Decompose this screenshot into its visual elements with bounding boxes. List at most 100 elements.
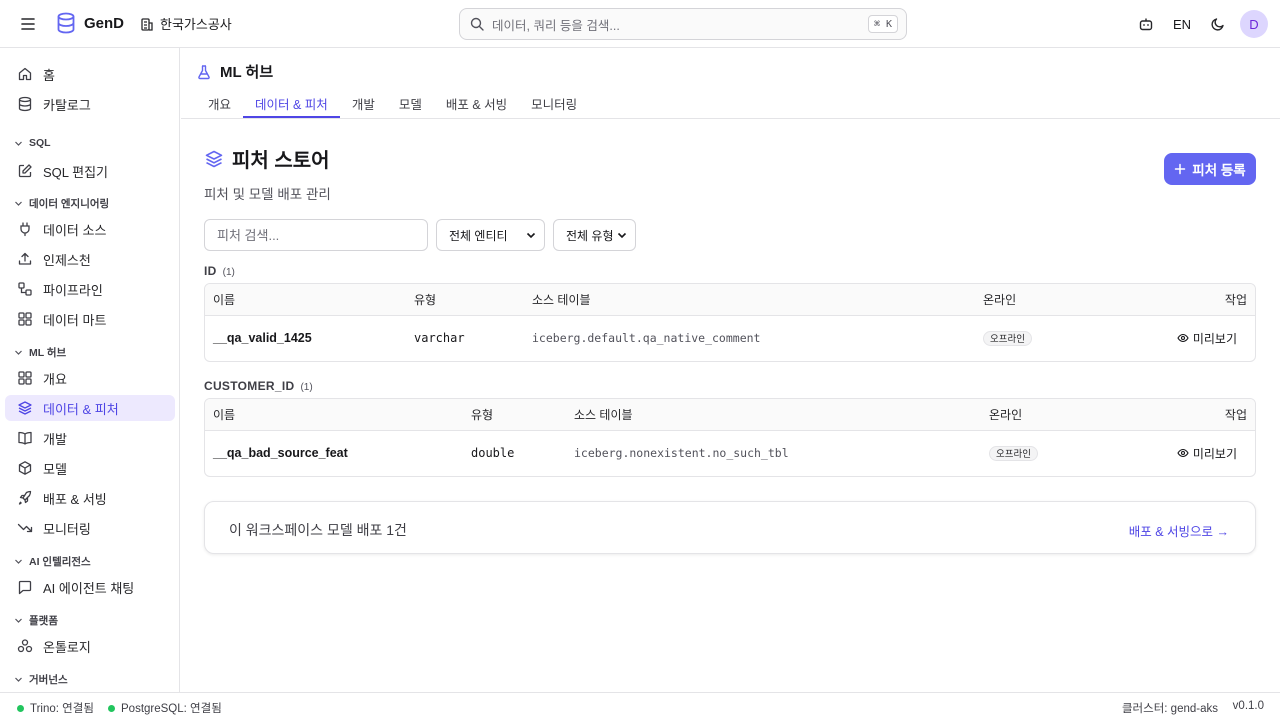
sidebar-item-sql-editor[interactable]: SQL 편집기 <box>5 158 175 184</box>
flask-icon <box>196 64 212 80</box>
language-toggle[interactable]: EN <box>1164 10 1200 38</box>
plug-icon <box>17 221 33 237</box>
tab-monitor[interactable]: 모니터링 <box>519 88 589 118</box>
main-content: ML 허브 개요 데이터 & 피처 개발 모델 배포 & 서빙 모니터링 피처 … <box>181 48 1280 692</box>
feature-table-customer-id: 이름 유형 소스 테이블 온라인 작업 __qa_bad_source_feat… <box>204 398 1256 477</box>
col-name: 이름 <box>213 408 236 422</box>
page-subtitle: 피처 및 모델 배포 관리 <box>204 187 331 202</box>
chevron-down-icon <box>525 229 537 241</box>
status-bar: Trino: 연결됨 PostgreSQL: 연결됨 클러스터: gend-ak… <box>0 692 1280 720</box>
online-cell: 오프라인 <box>983 316 1032 360</box>
status-badge: 오프라인 <box>983 330 1032 346</box>
preview-label: 미리보기 <box>1192 446 1237 461</box>
go-to-deploy-link[interactable]: 배포 & 서빙으로 → <box>1129 521 1229 540</box>
feature-name: __qa_bad_source_feat <box>213 446 348 460</box>
status-badge: 오프라인 <box>989 445 1038 461</box>
col-type: 유형 <box>471 408 494 422</box>
deployment-summary-card: 이 워크스페이스 모델 배포 1건 배포 & 서빙으로 → <box>204 501 1256 554</box>
sidebar-item-label: 카탈로그 <box>43 97 91 113</box>
tab-model[interactable]: 모델 <box>387 88 434 118</box>
sidebar-item-ml-data-feature[interactable]: 데이터 & 피처 <box>5 395 175 421</box>
building-icon <box>140 17 154 31</box>
table-row[interactable]: __qa_valid_1425 varchar iceberg.default.… <box>205 316 1255 360</box>
group-name: CUSTOMER_ID <box>204 379 295 393</box>
grid-icon <box>17 311 33 327</box>
register-feature-button[interactable]: 피처 등록 <box>1164 153 1256 185</box>
feature-search-input[interactable] <box>204 219 428 251</box>
page-header: 피처 스토어 피처 및 모델 배포 관리 <box>204 144 331 203</box>
section-label: 거버넌스 <box>29 674 68 686</box>
section-data-engineering[interactable]: 데이터 엔지니어링 <box>14 196 109 211</box>
group-count: (1) <box>222 267 235 278</box>
action-cell: 미리보기 <box>1177 431 1237 475</box>
tab-data-feature[interactable]: 데이터 & 피처 <box>243 88 340 118</box>
sidebar-item-home[interactable]: 홈 <box>5 61 175 87</box>
book-open-icon <box>17 430 33 446</box>
sidebar-item-ml-model[interactable]: 모델 <box>5 455 175 481</box>
global-search[interactable]: 데이터, 쿼리 등을 검색... ⌘ K <box>459 8 907 40</box>
sidebar: 홈 카탈로그 SQL SQL 편집기 데이터 엔지니어링 데이터 소스 인제스천… <box>0 48 180 692</box>
sidebar-item-ml-deploy[interactable]: 배포 & 서빙 <box>5 485 175 511</box>
sidebar-item-label: 배포 & 서빙 <box>43 491 107 507</box>
feature-table-id: 이름 유형 소스 테이블 온라인 작업 __qa_valid_1425 varc… <box>204 283 1256 362</box>
tab-overview[interactable]: 개요 <box>196 88 243 118</box>
entity-select[interactable]: 전체 엔티티 <box>436 219 545 251</box>
sidebar-item-data-source[interactable]: 데이터 소스 <box>5 216 175 242</box>
sidebar-item-label: 모니터링 <box>43 521 91 537</box>
sidebar-item-ai-chat[interactable]: AI 에이전트 채팅 <box>5 574 175 600</box>
postgres-status: PostgreSQL: 연결됨 <box>108 700 222 716</box>
tab-dev[interactable]: 개발 <box>340 88 387 118</box>
sidebar-item-label: 데이터 소스 <box>43 222 107 238</box>
avatar[interactable]: D <box>1240 10 1268 38</box>
feature-type: varchar <box>414 331 465 345</box>
sidebar-item-label: AI 에이전트 채팅 <box>43 580 135 596</box>
sidebar-item-label: SQL 편집기 <box>43 164 109 180</box>
search-placeholder: 데이터, 쿼리 등을 검색... <box>492 18 620 33</box>
sidebar-item-pipeline[interactable]: 파이프라인 <box>5 276 175 302</box>
org-switcher[interactable]: 한국가스공사 <box>140 14 232 33</box>
hub-tabs: 개요 데이터 & 피처 개발 모델 배포 & 서빙 모니터링 <box>196 88 589 118</box>
sidebar-item-ingestion[interactable]: 인제스천 <box>5 246 175 272</box>
brand-name: GenD <box>84 14 125 32</box>
sidebar-item-ml-overview[interactable]: 개요 <box>5 365 175 391</box>
tabs-divider <box>181 118 1280 119</box>
feature-source: iceberg.nonexistent.no_such_tbl <box>574 446 789 460</box>
chevron-down-icon <box>616 229 628 241</box>
menu-icon[interactable] <box>18 15 38 33</box>
brand[interactable]: GenD <box>56 12 124 34</box>
page-title: 피처 스토어 <box>204 144 331 173</box>
sidebar-item-catalog[interactable]: 카탈로그 <box>5 91 175 117</box>
feature-source: iceberg.default.qa_native_comment <box>532 331 761 345</box>
section-governance[interactable]: 거버넌스 <box>14 672 68 687</box>
tab-deploy[interactable]: 배포 & 서빙 <box>434 88 519 118</box>
preview-button[interactable]: 미리보기 <box>1177 330 1237 347</box>
workflow-icon <box>17 281 33 297</box>
sidebar-item-label: 파이프라인 <box>43 282 103 298</box>
section-platform[interactable]: 플랫폼 <box>14 613 58 628</box>
sidebar-item-label: 개요 <box>43 371 67 387</box>
postgres-status-text: PostgreSQL: 연결됨 <box>121 703 222 715</box>
sidebar-item-data-mart[interactable]: 데이터 마트 <box>5 306 175 332</box>
chevron-down-icon <box>14 199 23 208</box>
message-square-icon <box>17 579 33 595</box>
entity-select-value: 전체 엔티티 <box>449 228 508 243</box>
network-icon <box>17 638 33 654</box>
section-sql[interactable]: SQL <box>14 137 51 149</box>
chevron-down-icon <box>14 348 23 357</box>
sidebar-item-ml-dev[interactable]: 개발 <box>5 425 175 451</box>
chevron-down-icon <box>14 139 23 148</box>
sidebar-item-ml-monitor[interactable]: 모니터링 <box>5 515 175 541</box>
table-row[interactable]: __qa_bad_source_feat double iceberg.none… <box>205 431 1255 475</box>
bot-icon[interactable] <box>1128 10 1164 38</box>
hub-title: ML 허브 <box>196 61 273 82</box>
preview-button[interactable]: 미리보기 <box>1177 445 1237 462</box>
chevron-down-icon <box>14 616 23 625</box>
moon-icon[interactable] <box>1200 10 1236 38</box>
section-ai[interactable]: AI 인텔리전스 <box>14 554 91 569</box>
group-count: (1) <box>300 382 313 393</box>
section-ml-hub[interactable]: ML 허브 <box>14 345 66 360</box>
type-select[interactable]: 전체 유형 <box>553 219 636 251</box>
cluster-info: 클러스터: gend-aks <box>1121 703 1218 715</box>
register-feature-label: 피처 등록 <box>1192 163 1246 178</box>
sidebar-item-ontology[interactable]: 온톨로지 <box>5 633 175 659</box>
